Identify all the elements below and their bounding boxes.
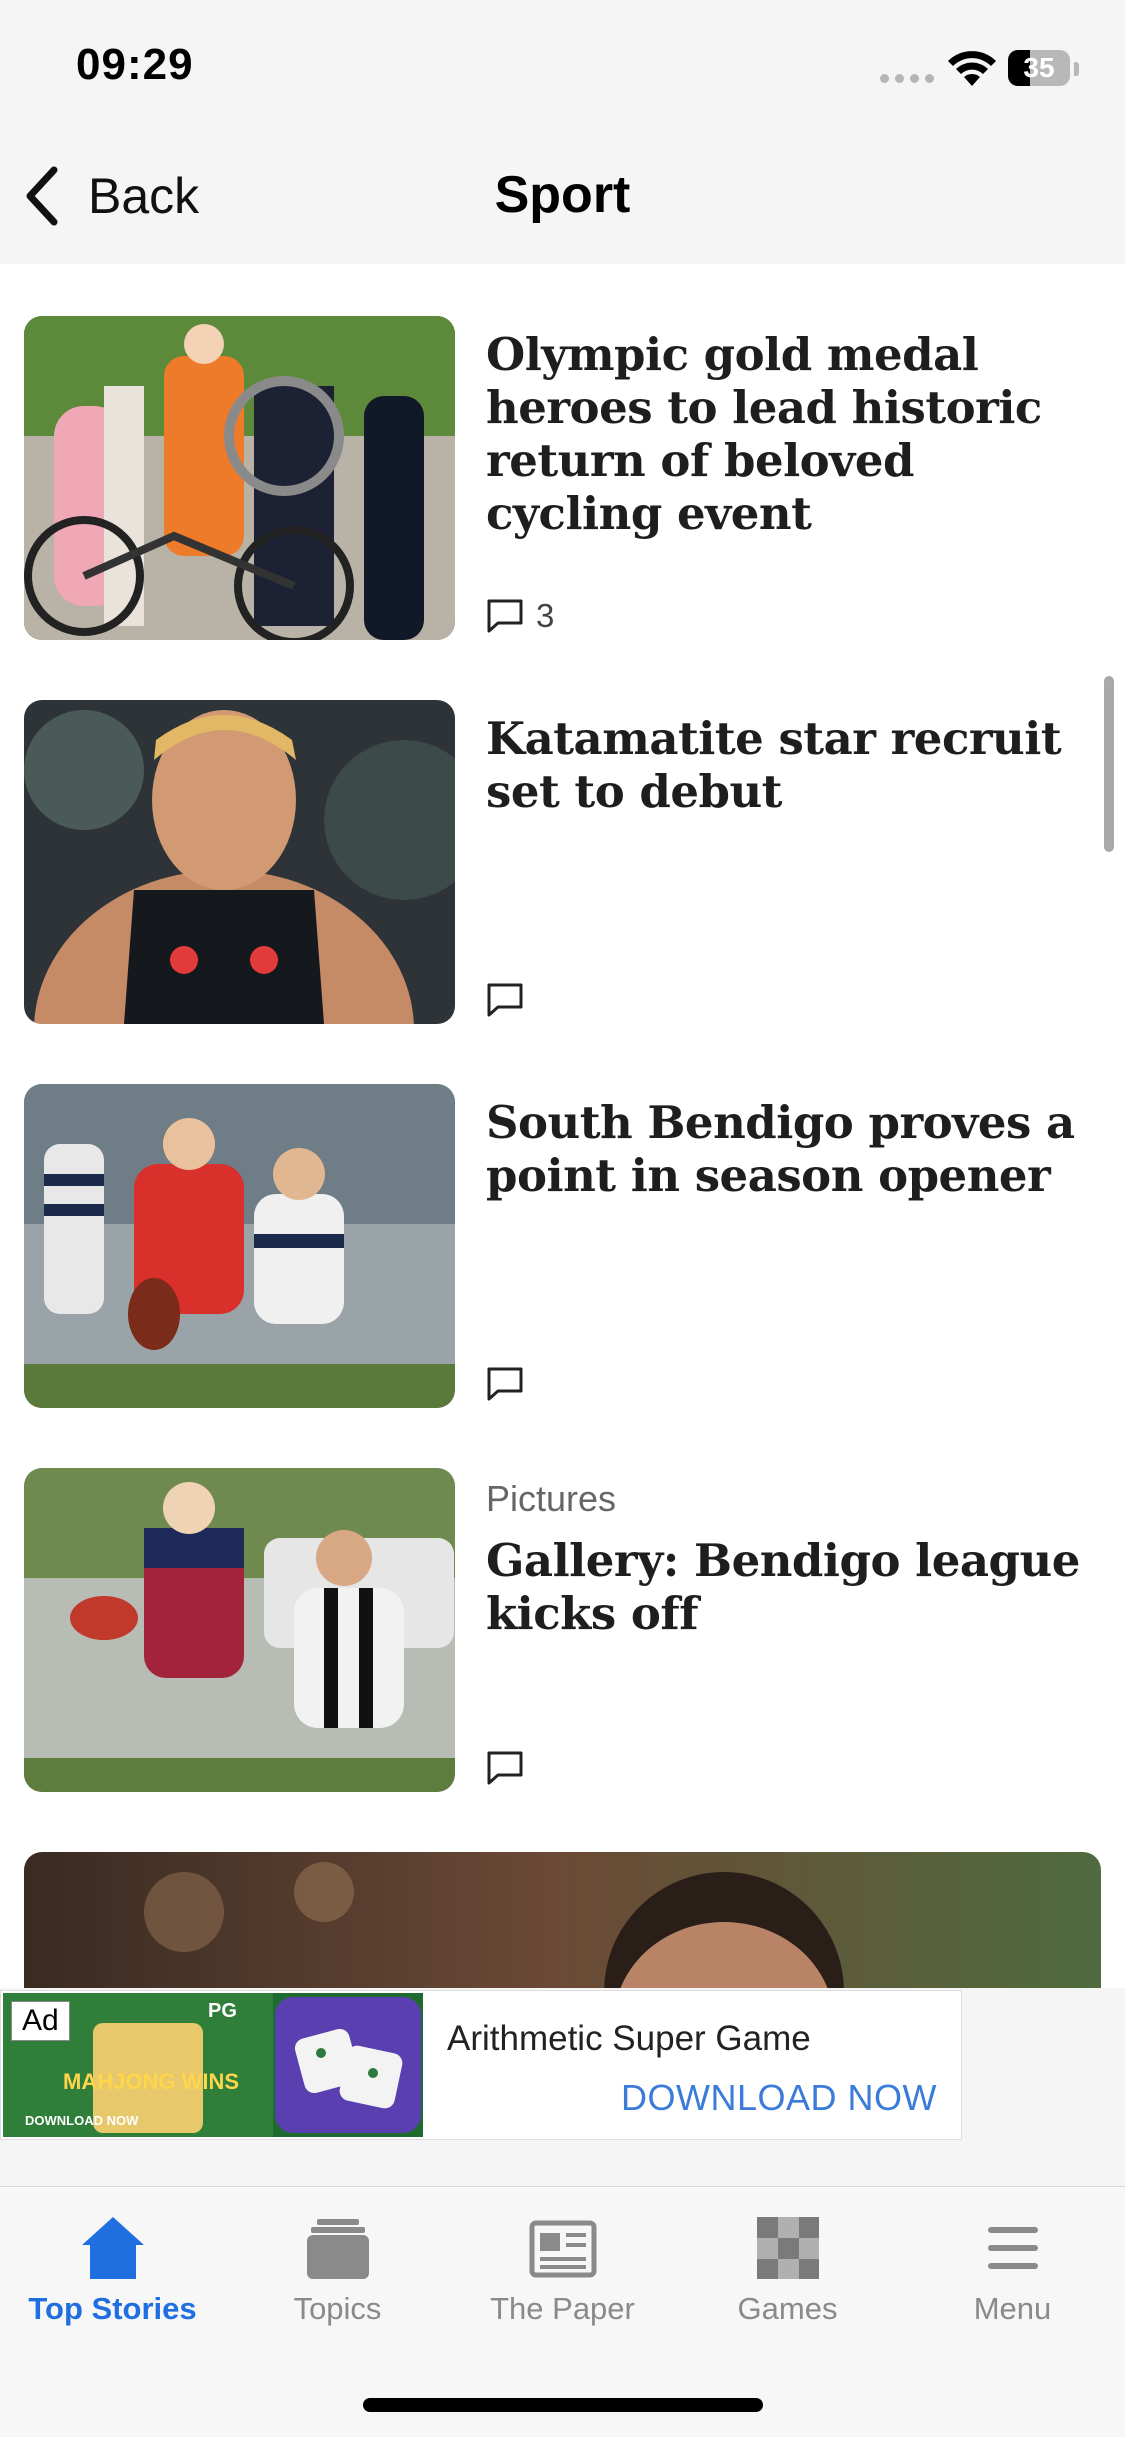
- article-thumbnail[interactable]: [24, 1468, 455, 1792]
- featured-article-image[interactable]: [24, 1852, 1101, 1988]
- comments-link[interactable]: [486, 1748, 536, 1788]
- article-item[interactable]: Katamatite star recruit set to debut: [0, 700, 1125, 1024]
- comments-link[interactable]: [486, 980, 536, 1020]
- newspaper-icon: [529, 2220, 597, 2278]
- article-item[interactable]: South Bendigo proves a point in season o…: [0, 1084, 1125, 1408]
- article-thumbnail[interactable]: [24, 700, 455, 1024]
- article-thumbnail[interactable]: [24, 316, 455, 640]
- comments-link[interactable]: 3: [486, 596, 554, 636]
- cellular-signal-icon: [880, 74, 934, 86]
- tab-the-paper[interactable]: The Paper: [450, 2187, 675, 2347]
- tab-label: Menu: [973, 2291, 1052, 2326]
- article-headline[interactable]: Katamatite star recruit set to debut: [486, 712, 1101, 818]
- scroll-indicator[interactable]: [1104, 676, 1114, 852]
- article-headline[interactable]: Gallery: Bendigo league kicks off: [486, 1534, 1101, 1640]
- comment-count: 3: [536, 597, 555, 634]
- tab-topics[interactable]: Topics: [225, 2187, 450, 2347]
- page-title: Sport: [494, 166, 631, 224]
- article-list[interactable]: Olympic gold medal heroes to lead histor…: [0, 264, 1125, 1988]
- battery-level: 35: [1023, 52, 1055, 83]
- tab-top-stories[interactable]: Top Stories: [0, 2187, 225, 2347]
- comment-icon: [487, 1367, 523, 1401]
- comment-icon: [487, 983, 523, 1017]
- article-headline[interactable]: Olympic gold medal heroes to lead histor…: [486, 328, 1101, 540]
- ad-image-download: DOWNLOAD NOW: [25, 2113, 139, 2128]
- comment-icon: [487, 1751, 523, 1785]
- article-headline[interactable]: South Bendigo proves a point in season o…: [486, 1096, 1101, 1202]
- tab-menu[interactable]: Menu: [900, 2187, 1125, 2347]
- stack-icon: [307, 2219, 369, 2279]
- ad-banner[interactable]: PG MAHJONG WINS DOWNLOAD NOW Ad Arithmet…: [0, 1990, 962, 2140]
- home-indicator[interactable]: [363, 2398, 763, 2412]
- hamburger-icon: [988, 2227, 1038, 2269]
- article-thumbnail[interactable]: [24, 1084, 455, 1408]
- wifi-icon: [948, 51, 996, 86]
- comments-link[interactable]: [486, 1364, 536, 1404]
- article-kicker: Pictures: [486, 1478, 617, 1519]
- checkerboard-icon: [757, 2217, 819, 2279]
- ad-badge: Ad: [11, 2001, 70, 2041]
- status-time: 09:29: [76, 40, 194, 89]
- home-icon: [82, 2217, 144, 2279]
- tab-label: The Paper: [490, 2291, 635, 2326]
- tab-label: Top Stories: [28, 2291, 197, 2326]
- comment-icon: [487, 599, 523, 633]
- tab-label: Topics: [293, 2291, 382, 2326]
- ad-image-pg: PG: [208, 2000, 237, 2022]
- ad-image-game-name: MAHJONG WINS: [63, 2069, 239, 2094]
- article-item[interactable]: Pictures Gallery: Bendigo league kicks o…: [0, 1468, 1125, 1792]
- article-item[interactable]: Olympic gold medal heroes to lead histor…: [0, 316, 1125, 640]
- ad-download-button[interactable]: DOWNLOAD NOW: [621, 2077, 937, 2119]
- tab-label: Games: [737, 2291, 838, 2326]
- battery-icon: 35: [1008, 50, 1070, 86]
- top-bar: 09:29 35 Back Sport: [0, 0, 1125, 264]
- ad-title[interactable]: Arithmetic Super Game: [447, 2019, 811, 2059]
- tab-games[interactable]: Games: [675, 2187, 900, 2347]
